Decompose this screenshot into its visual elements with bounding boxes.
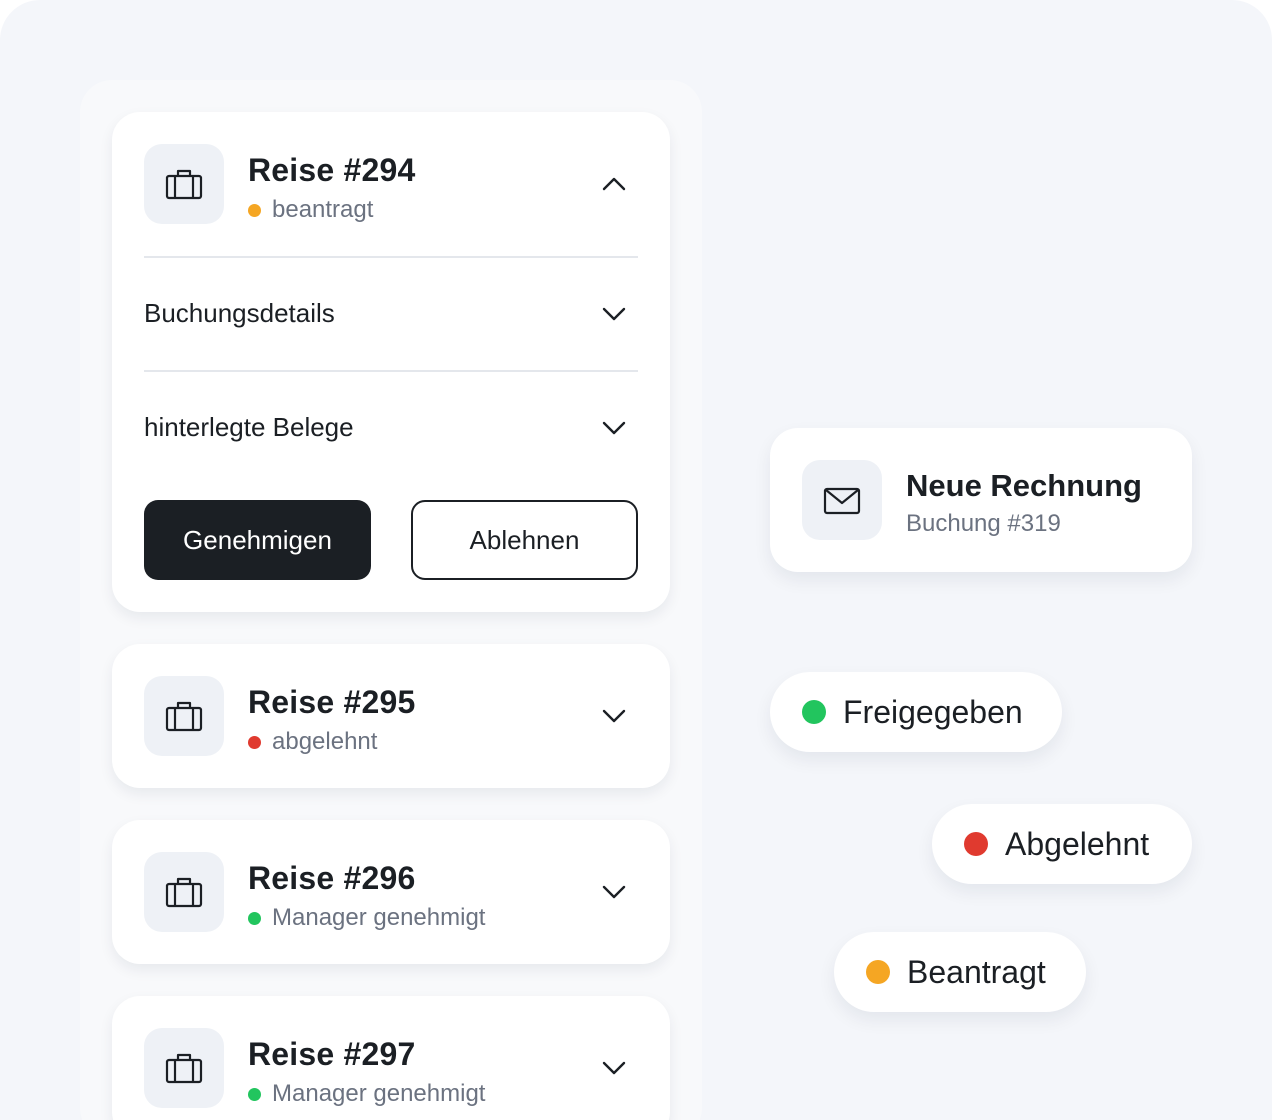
- trip-status: beantragt: [248, 196, 373, 224]
- approve-button[interactable]: Genehmigen: [144, 500, 371, 580]
- briefcase-icon: [144, 144, 224, 224]
- trip-status-label: Manager genehmigt: [272, 1080, 486, 1107]
- chevron-up-icon[interactable]: [600, 170, 628, 198]
- chevron-down-icon[interactable]: [600, 300, 628, 328]
- briefcase-icon: [144, 1028, 224, 1108]
- trip-status: Manager genehmigt: [248, 1080, 485, 1108]
- status-dot: [248, 911, 261, 925]
- pill-label: Beantragt: [907, 953, 1046, 990]
- trip-card-294: Reise #294 beantragt Buchungsdetails hin…: [112, 112, 670, 612]
- status-dot: [866, 960, 890, 984]
- reject-button[interactable]: Ablehnen: [411, 500, 638, 580]
- divider: [144, 370, 638, 372]
- divider: [144, 256, 638, 258]
- trip-status: abgelehnt: [248, 728, 377, 756]
- trip-status-label: abgelehnt: [272, 728, 378, 755]
- status-dot: [802, 700, 826, 724]
- trip-status-label: Manager genehmigt: [272, 904, 486, 931]
- trip-title: Reise #294: [248, 152, 416, 188]
- trip-status: Manager genehmigt: [248, 904, 485, 932]
- briefcase-icon: [144, 676, 224, 756]
- chevron-down-icon[interactable]: [600, 878, 628, 906]
- briefcase-icon: [144, 852, 224, 932]
- trip-card-295[interactable]: Reise #295 abgelehnt: [112, 644, 670, 788]
- trip-title: Reise #297: [248, 1036, 416, 1072]
- status-pill-rejected: Abgelehnt: [932, 804, 1192, 884]
- notification-subtitle: Buchung #319: [906, 510, 1061, 537]
- status-dot: [248, 1087, 261, 1101]
- pill-label: Abgelehnt: [1005, 825, 1150, 862]
- status-pill-requested: Beantragt: [834, 932, 1086, 1012]
- pill-label: Freigegeben: [843, 693, 1023, 730]
- status-dot: [964, 832, 988, 856]
- trip-title: Reise #295: [248, 684, 416, 720]
- envelope-icon: [802, 460, 882, 540]
- trip-card-297[interactable]: Reise #297 Manager genehmigt: [112, 996, 670, 1120]
- canvas: Reise #294 beantragt Buchungsdetails hin…: [0, 0, 1272, 1120]
- trip-title: Reise #296: [248, 860, 416, 896]
- section-label: hinterlegte Belege: [144, 412, 354, 442]
- chevron-down-icon[interactable]: [600, 1054, 628, 1082]
- chevron-down-icon[interactable]: [600, 702, 628, 730]
- status-pill-approved: Freigegeben: [770, 672, 1062, 752]
- notification-card[interactable]: Neue Rechnung Buchung #319: [770, 428, 1192, 572]
- status-dot: [248, 203, 261, 217]
- status-dot: [248, 735, 261, 749]
- notification-title: Neue Rechnung: [906, 468, 1142, 503]
- trip-card-296[interactable]: Reise #296 Manager genehmigt: [112, 820, 670, 964]
- trip-status-label: beantragt: [272, 196, 374, 223]
- chevron-down-icon[interactable]: [600, 414, 628, 442]
- section-label: Buchungsdetails: [144, 298, 335, 328]
